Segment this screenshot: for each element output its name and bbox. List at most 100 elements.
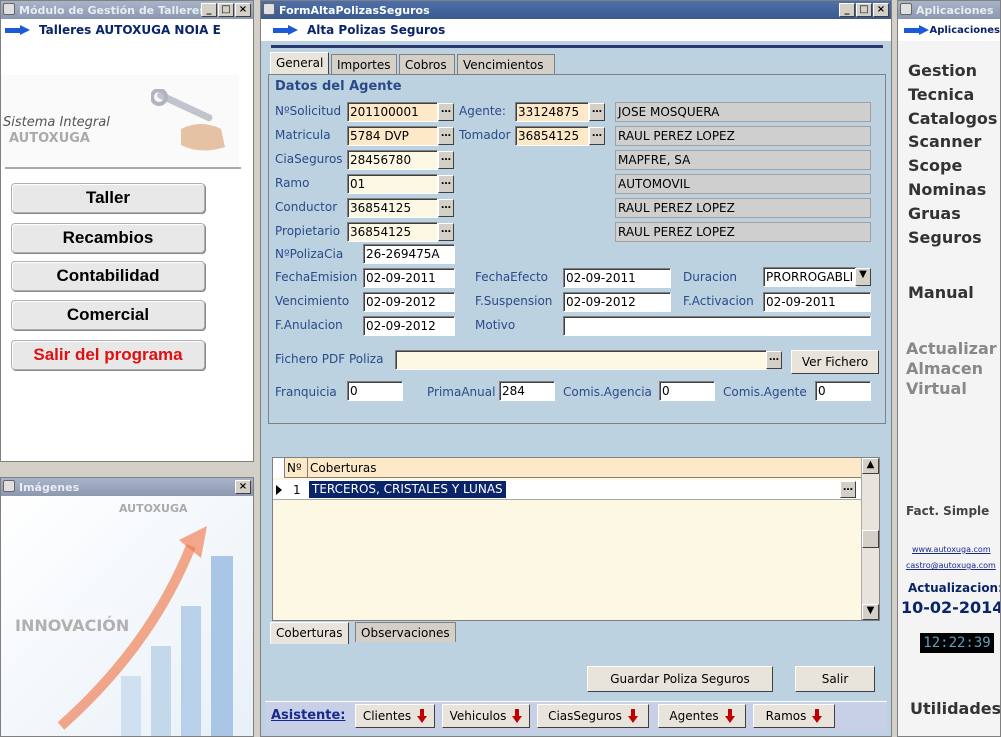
table-row[interactable]: 1 TERCEROS, CRISTALES Y LUNAS … (273, 480, 861, 500)
franquicia-field[interactable]: 0 (347, 381, 403, 401)
chevron-down-icon[interactable]: ▼ (855, 268, 871, 286)
label-propietario: Propietario (275, 224, 341, 238)
menu-taller-button[interactable]: Taller (11, 183, 205, 213)
tab-coberturas[interactable]: Coberturas (270, 622, 349, 644)
minimize-button[interactable]: _ (839, 3, 855, 17)
images-window-title: Imágenes (19, 480, 80, 494)
right-menu-gruas[interactable]: Gruas (908, 204, 961, 223)
scroll-up-icon[interactable]: ▲ (862, 458, 879, 474)
menu-recambios-button[interactable]: Recambios (11, 223, 205, 253)
right-menu-scanner[interactable]: Scanner (908, 132, 981, 151)
fsuspension-field[interactable]: 02-09-2012 (563, 292, 671, 312)
propietario-field[interactable]: 36854125 (347, 222, 438, 242)
primaanual-field[interactable]: 284 (499, 381, 555, 401)
tomador-field[interactable]: 36854125 (515, 126, 589, 146)
email-link[interactable]: castro@autoxuga.com (906, 561, 996, 570)
fanulacion-field[interactable]: 02-09-2012 (363, 316, 455, 336)
matricula-lookup-button[interactable]: … (438, 127, 454, 145)
motivo-field[interactable] (563, 316, 871, 336)
tab-cobros[interactable]: Cobros (399, 54, 455, 75)
label-factivacion: F.Activacion (683, 294, 754, 308)
nsolicitud-lookup-button[interactable]: … (438, 103, 454, 121)
asistente-vehiculos-button[interactable]: Vehiculos (442, 704, 530, 728)
nsolicitud-field[interactable]: 201100001 (347, 102, 438, 122)
fichero-browse-button[interactable]: … (766, 351, 782, 369)
ver-fichero-button[interactable]: Ver Fichero (791, 350, 879, 374)
right-menu-catalogos[interactable]: Catalogos (908, 109, 997, 128)
salir-button[interactable]: Salir (795, 666, 875, 692)
right-window: Aplicaciones Aplicaciones Gestion Tecnic… (897, 0, 1001, 737)
npolizacia-field[interactable]: 26-269475A (363, 244, 455, 264)
ciaseguros-lookup-button[interactable]: … (438, 151, 454, 169)
menu-salir-button[interactable]: Salir del programa (11, 340, 205, 370)
asistente-clientes-button[interactable]: Clientes (355, 704, 435, 728)
menu-contabilidad-button[interactable]: Contabilidad (11, 261, 205, 291)
minimize-button[interactable]: _ (201, 3, 217, 17)
right-menu-utilidades[interactable]: Utilidades (910, 699, 1000, 718)
matricula-field[interactable]: 5784 DVP (347, 126, 438, 146)
right-menu-gestion[interactable]: Gestion (908, 61, 977, 80)
right-menu-virtual[interactable]: Virtual (906, 379, 967, 398)
tab-vencimientos[interactable]: Vencimientos (457, 54, 555, 75)
close-button[interactable]: × (235, 3, 251, 17)
ramo-lookup-button[interactable]: … (438, 175, 454, 193)
left-window-title: Módulo de Gestión de Talleres (19, 3, 206, 17)
arrow-down-icon (417, 709, 428, 723)
tomador-lookup-button[interactable]: … (589, 127, 605, 145)
innovation-image: AUTOXUGA INNOVACIÓN (1, 496, 253, 736)
grid-cell-coberturas[interactable]: TERCEROS, CRISTALES Y LUNAS (309, 481, 506, 498)
vencimiento-field[interactable]: 02-09-2012 (363, 292, 455, 312)
ramo-field[interactable]: 01 (347, 174, 438, 194)
right-menu-tecnica[interactable]: Tecnica (908, 85, 974, 104)
conductor-field[interactable]: 36854125 (347, 198, 438, 218)
grid-lookup-button[interactable]: … (840, 481, 856, 498)
asistente-ramos-button[interactable]: Ramos (753, 704, 835, 728)
agente-name: JOSE MOSQUERA (615, 102, 871, 122)
ciaseguros-field[interactable]: 28456780 (347, 150, 438, 170)
coberturas-grid: Nº Coberturas 1 TERCEROS, CRISTALES Y LU… (272, 457, 880, 621)
fechaefecto-field[interactable]: 02-09-2011 (563, 268, 671, 288)
propietario-lookup-button[interactable]: … (438, 223, 454, 241)
asistente-ramos-label: Ramos (765, 709, 807, 723)
label-fsuspension: F.Suspension (475, 294, 553, 308)
scroll-thumb[interactable] (862, 530, 879, 548)
label-fichero: Fichero PDF Poliza (275, 352, 384, 366)
asistente-ciasseguros-button[interactable]: CiasSeguros (537, 704, 649, 728)
close-button[interactable]: × (235, 480, 251, 494)
comisagente-field[interactable]: 0 (815, 381, 871, 401)
left-subheader: Talleres AUTOXUGA NOIA E (1, 19, 253, 41)
tab-general[interactable]: General (270, 52, 329, 75)
app-icon (263, 3, 275, 15)
factivacion-field[interactable]: 02-09-2011 (763, 292, 871, 312)
comisagencia-field[interactable]: 0 (659, 381, 715, 401)
main-window-title: FormAltaPolizasSeguros (279, 3, 430, 17)
asistente-agentes-button[interactable]: Agentes (658, 704, 746, 728)
agente-lookup-button[interactable]: … (589, 103, 605, 121)
arrow-down-icon (627, 709, 638, 723)
right-menu-actualizar[interactable]: Actualizar (906, 339, 997, 358)
arrow-down-icon (724, 709, 735, 723)
right-menu-scope[interactable]: Scope (908, 156, 962, 175)
agente-field[interactable]: 33124875 (515, 102, 589, 122)
close-button[interactable]: × (873, 3, 889, 17)
left-window: Módulo de Gestión de Talleres _ □ × Tall… (0, 0, 254, 462)
right-menu-nominas[interactable]: Nominas (908, 180, 986, 199)
scroll-down-icon[interactable]: ▼ (862, 604, 879, 620)
maximize-button[interactable]: □ (218, 3, 234, 17)
right-menu-seguros[interactable]: Seguros (908, 228, 982, 247)
fechaemision-field[interactable]: 02-09-2011 (363, 268, 455, 288)
grid-scrollbar[interactable]: ▲ ▼ (861, 458, 879, 620)
guardar-poliza-button[interactable]: Guardar Poliza Seguros (587, 666, 773, 692)
fichero-field[interactable] (395, 350, 767, 370)
right-menu-manual[interactable]: Manual (908, 283, 974, 302)
tab-observaciones[interactable]: Observaciones (355, 622, 456, 642)
duracion-select[interactable]: PRORROGABLI (763, 267, 857, 287)
right-menu-almacen[interactable]: Almacen (906, 359, 983, 378)
maximize-button[interactable]: □ (856, 3, 872, 17)
conductor-lookup-button[interactable]: … (438, 199, 454, 217)
menu-comercial-button[interactable]: Comercial (11, 300, 205, 330)
web-link[interactable]: www.autoxuga.com (912, 545, 991, 554)
fact-simple-link[interactable]: Fact. Simple (906, 504, 989, 518)
images-titlebar: Imágenes × (1, 478, 253, 496)
tab-importes[interactable]: Importes (331, 54, 397, 75)
